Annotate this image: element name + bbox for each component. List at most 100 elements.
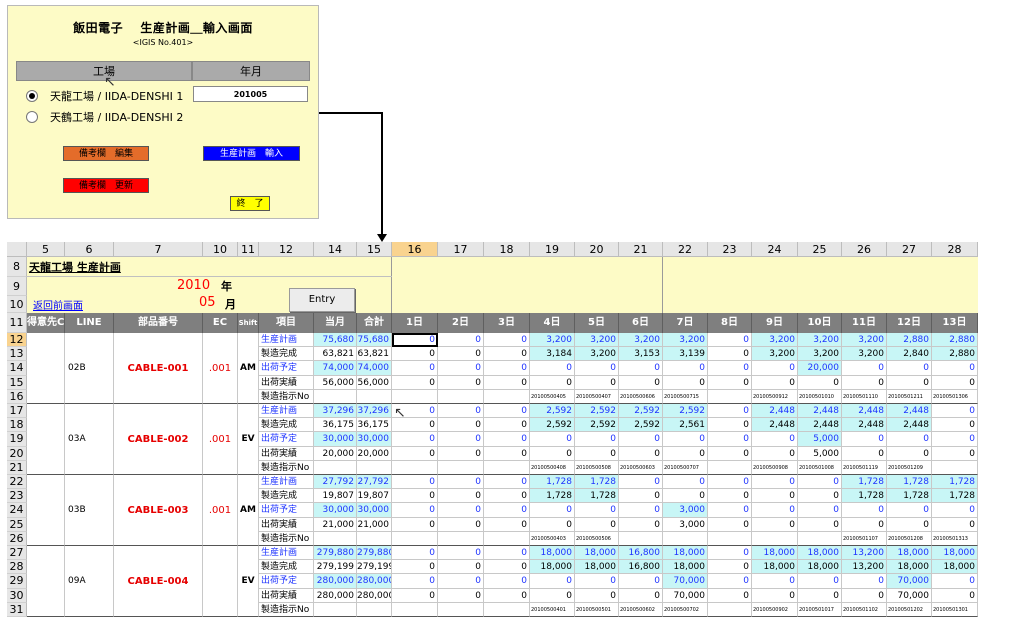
data-cell[interactable]: 0 xyxy=(484,446,530,461)
data-cell[interactable]: 20,000 xyxy=(314,446,357,461)
data-cell[interactable]: 280,000 xyxy=(314,574,357,589)
ec-cell[interactable]: .001 xyxy=(203,333,238,404)
data-cell[interactable]: 0 xyxy=(752,588,798,603)
data-cell[interactable]: 1,728 xyxy=(932,489,978,504)
data-cell[interactable]: 0 xyxy=(708,546,752,561)
data-cell[interactable]: 30,000 xyxy=(357,432,392,447)
row-header[interactable]: 26 xyxy=(7,531,27,546)
data-cell[interactable] xyxy=(357,602,392,617)
data-cell[interactable]: 18,000 xyxy=(887,546,932,561)
data-cell[interactable]: 21,000 xyxy=(314,517,357,532)
data-cell[interactable]: 21,000 xyxy=(357,517,392,532)
ec-cell[interactable]: .001 xyxy=(203,475,238,546)
data-cell[interactable]: 0 xyxy=(619,574,663,589)
row-header[interactable]: 24 xyxy=(7,503,27,518)
data-cell[interactable]: 20100500902 xyxy=(752,602,798,617)
column-header[interactable]: 11 xyxy=(238,242,259,257)
data-cell[interactable]: 20100500603 xyxy=(619,460,663,475)
column-header[interactable]: 14 xyxy=(314,242,357,257)
data-cell[interactable]: 0 xyxy=(392,375,438,390)
data-cell[interactable]: 0 xyxy=(752,503,798,518)
data-cell[interactable]: 0 xyxy=(575,446,619,461)
data-cell[interactable] xyxy=(484,460,530,475)
data-cell[interactable]: 0 xyxy=(484,347,530,362)
data-cell[interactable]: 0 xyxy=(575,361,619,376)
data-cell[interactable]: 0 xyxy=(575,517,619,532)
data-cell[interactable]: 3,139 xyxy=(663,347,708,362)
year-month-input[interactable]: 201005 xyxy=(193,86,308,102)
data-cell[interactable]: 0 xyxy=(392,588,438,603)
row-header[interactable]: 9 xyxy=(7,277,27,296)
data-cell[interactable]: 20100500715 xyxy=(663,389,708,404)
memo-edit-button[interactable]: 備考欄 編集 xyxy=(63,146,149,161)
data-cell[interactable]: 0 xyxy=(438,418,484,433)
data-cell[interactable]: 0 xyxy=(663,475,708,490)
data-cell[interactable]: 0 xyxy=(484,503,530,518)
data-cell[interactable]: 0 xyxy=(752,489,798,504)
data-cell[interactable] xyxy=(484,531,530,546)
row-header[interactable]: 23 xyxy=(7,489,27,504)
row-header[interactable]: 30 xyxy=(7,588,27,603)
data-cell[interactable]: 0 xyxy=(530,375,575,390)
data-cell[interactable]: 2,880 xyxy=(932,347,978,362)
data-cell[interactable]: 30,000 xyxy=(314,432,357,447)
data-cell[interactable]: 280,000 xyxy=(357,588,392,603)
data-cell[interactable]: 2,592 xyxy=(530,404,575,419)
data-cell[interactable]: 0 xyxy=(484,489,530,504)
data-cell[interactable]: 0 xyxy=(484,404,530,419)
row-header[interactable]: 13 xyxy=(7,347,27,362)
data-cell[interactable]: 18,000 xyxy=(663,546,708,561)
column-header[interactable]: 21 xyxy=(619,242,663,257)
data-cell[interactable] xyxy=(708,389,752,404)
row-header[interactable]: 19 xyxy=(7,432,27,447)
data-cell[interactable]: 3,200 xyxy=(752,347,798,362)
line-cell[interactable]: 02B xyxy=(65,333,114,404)
data-cell[interactable]: 18,000 xyxy=(575,546,619,561)
data-cell[interactable]: 0 xyxy=(798,588,842,603)
data-cell[interactable]: 0 xyxy=(708,489,752,504)
data-cell[interactable]: 0 xyxy=(663,446,708,461)
data-cell[interactable]: 27,792 xyxy=(314,475,357,490)
data-cell[interactable]: 16,800 xyxy=(619,546,663,561)
data-cell[interactable] xyxy=(314,531,357,546)
data-cell[interactable]: 0 xyxy=(438,375,484,390)
data-cell[interactable]: 20100501301 xyxy=(932,602,978,617)
factory-option-1[interactable]: 天龍工場 / IIDA-DENSHI 1 xyxy=(26,88,183,104)
data-cell[interactable]: 0 xyxy=(575,375,619,390)
data-cell[interactable]: 19,807 xyxy=(357,489,392,504)
data-cell[interactable]: 0 xyxy=(708,475,752,490)
column-header[interactable]: 22 xyxy=(663,242,708,257)
data-cell[interactable]: 2,840 xyxy=(887,347,932,362)
column-header[interactable]: 16 xyxy=(392,242,438,257)
data-cell[interactable]: 0 xyxy=(438,503,484,518)
column-header[interactable]: 24 xyxy=(752,242,798,257)
data-cell[interactable]: 20100501208 xyxy=(887,531,932,546)
data-cell[interactable]: 0 xyxy=(392,517,438,532)
data-cell[interactable]: 1,728 xyxy=(530,475,575,490)
data-cell[interactable]: 0 xyxy=(392,347,438,362)
data-cell[interactable]: 20,000 xyxy=(357,446,392,461)
data-cell[interactable] xyxy=(438,389,484,404)
data-cell[interactable]: 0 xyxy=(438,517,484,532)
shift-cell[interactable]: EV xyxy=(238,404,259,475)
data-cell[interactable]: 0 xyxy=(842,574,887,589)
data-cell[interactable]: 0 xyxy=(484,375,530,390)
data-cell[interactable] xyxy=(484,602,530,617)
data-cell[interactable]: 18,000 xyxy=(663,560,708,575)
data-cell[interactable]: 0 xyxy=(887,446,932,461)
data-cell[interactable]: 74,000 xyxy=(314,361,357,376)
data-cell[interactable]: 0 xyxy=(708,375,752,390)
data-cell[interactable]: 2,592 xyxy=(619,404,663,419)
data-cell[interactable] xyxy=(752,531,798,546)
shift-cell[interactable]: AM xyxy=(238,333,259,404)
row-header[interactable]: 28 xyxy=(7,560,27,575)
data-cell[interactable]: 0 xyxy=(798,489,842,504)
data-cell[interactable]: 0 xyxy=(708,588,752,603)
data-cell[interactable]: 3,200 xyxy=(663,333,708,348)
column-header[interactable]: 23 xyxy=(708,242,752,257)
data-cell[interactable]: 20100501202 xyxy=(887,602,932,617)
active-cell[interactable] xyxy=(392,333,438,348)
data-cell[interactable]: 5,000 xyxy=(798,432,842,447)
data-cell[interactable]: 0 xyxy=(438,489,484,504)
data-cell[interactable]: 20100500506 xyxy=(575,531,619,546)
